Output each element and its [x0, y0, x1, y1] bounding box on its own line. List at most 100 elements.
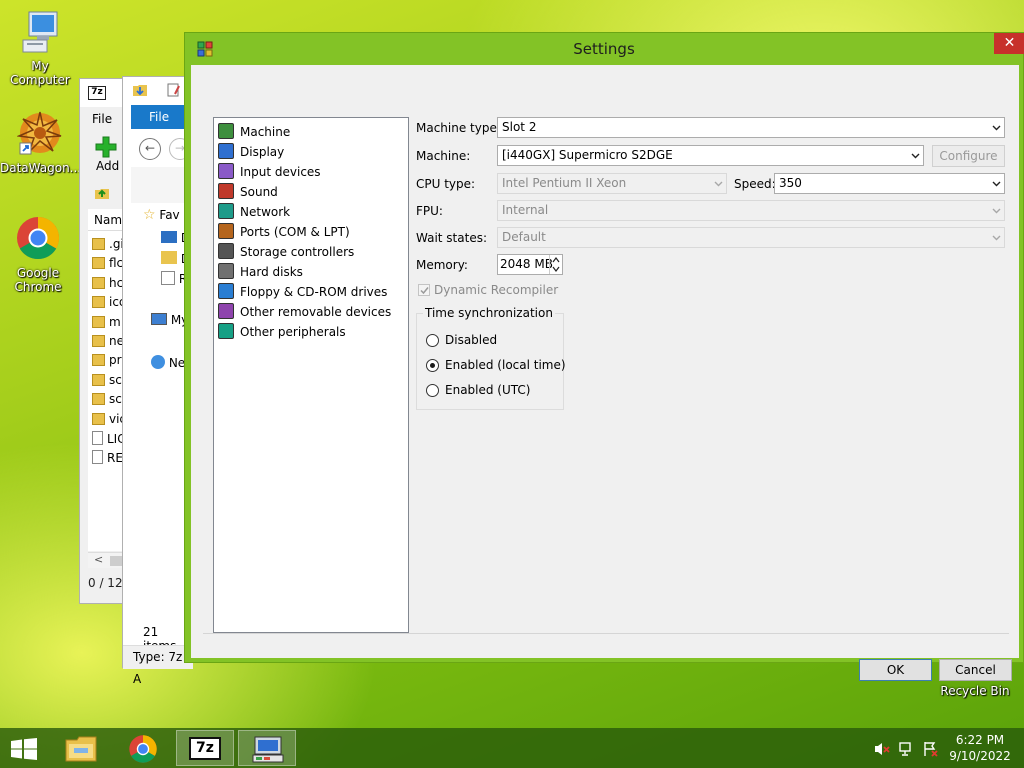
time-sync-disabled-radio[interactable] — [426, 334, 439, 347]
list-item[interactable]: m — [92, 315, 121, 329]
action-center-icon[interactable] — [922, 741, 938, 757]
configure-button[interactable]: Configure — [932, 145, 1005, 167]
menu-file[interactable]: File — [92, 112, 112, 126]
list-item-label: sc — [109, 392, 122, 407]
network-status-icon[interactable] — [898, 741, 914, 757]
list-item-label: m — [109, 314, 121, 329]
tree-item-hard-disks[interactable]: Hard disks — [218, 262, 303, 282]
taskbar-chrome[interactable] — [114, 730, 172, 766]
speed-label: Speed: — [734, 177, 776, 191]
file-icon — [92, 431, 103, 445]
ok-button[interactable]: OK — [859, 659, 932, 681]
tree-item-input-devices[interactable]: Input devices — [218, 162, 321, 182]
desktop-icon-google-chrome[interactable]: Google Chrome — [0, 215, 78, 294]
bg-explorer-window[interactable]: File ← → ☆ Fav D D R My Ne 21 items Type… — [122, 76, 193, 686]
list-item[interactable]: RE — [92, 450, 123, 465]
list-item[interactable]: icc — [92, 295, 126, 309]
taskbar-file-explorer[interactable] — [52, 730, 110, 766]
fpu-select[interactable]: Internal — [497, 200, 1005, 221]
star-icon: ☆ — [143, 207, 156, 223]
tree-item-network[interactable]: Network — [218, 202, 290, 222]
wait-states-select[interactable]: Default — [497, 227, 1005, 248]
time-sync-label: Time synchronization — [423, 306, 555, 320]
tree-item-ports-com-lpt[interactable]: Ports (COM & LPT) — [218, 222, 350, 242]
list-item[interactable]: .gi — [92, 237, 124, 251]
chevron-down-icon[interactable] — [552, 266, 560, 272]
memory-stepper[interactable] — [549, 255, 562, 274]
ports-icon — [218, 223, 234, 239]
tree-item-sound[interactable]: Sound — [218, 182, 278, 202]
cpu-type-select[interactable]: Intel Pentium II Xeon — [497, 173, 727, 194]
cpu-type-value: Intel Pentium II Xeon — [502, 176, 627, 190]
list-item[interactable]: LIC — [92, 431, 126, 446]
tree-item-machine[interactable]: Machine — [218, 122, 290, 142]
close-button[interactable]: ✕ — [994, 33, 1024, 54]
taskbar-86box[interactable] — [238, 730, 296, 766]
folder-icon — [92, 315, 105, 328]
network-icon — [218, 203, 234, 219]
wait-states-label: Wait states: — [416, 231, 487, 245]
back-icon[interactable]: ← — [139, 138, 161, 160]
machine-icon — [218, 123, 234, 139]
storage-controllers-icon — [218, 243, 234, 259]
cpu-type-label: CPU type: — [416, 177, 476, 191]
taskbar-clock[interactable]: 6:22 PM 9/10/2022 — [946, 732, 1014, 764]
dialog-title: Settings — [573, 40, 635, 58]
checkmark-icon — [420, 287, 429, 295]
tree-item-label: Network — [240, 205, 291, 219]
list-item-label: RE — [107, 451, 123, 466]
machine-type-select[interactable]: Slot 2 — [497, 117, 1005, 138]
chevron-down-icon — [714, 181, 723, 187]
volume-muted-icon[interactable] — [874, 741, 890, 757]
chevron-up-icon[interactable] — [552, 257, 560, 263]
time-sync-local-radio[interactable] — [426, 359, 439, 372]
folder-icon — [92, 257, 105, 270]
folder-icon — [92, 373, 105, 386]
removable-devices-icon — [218, 303, 234, 319]
7zip-icon: 7z — [189, 737, 221, 760]
folder-icon — [92, 276, 105, 289]
computer-icon — [22, 11, 58, 53]
cancel-button[interactable]: Cancel — [939, 659, 1012, 681]
tree-item-storage-controllers[interactable]: Storage controllers — [218, 242, 354, 262]
folder-icon — [92, 393, 105, 406]
chevron-down-icon — [992, 235, 1001, 241]
list-item[interactable]: vic — [92, 412, 126, 426]
nav-my-computer[interactable]: My — [151, 313, 188, 327]
memory-spinbox[interactable]: 2048 MB — [497, 254, 563, 275]
machine-select[interactable]: [i440GX] Supermicro S2DGE — [497, 145, 924, 166]
up-folder-icon[interactable] — [94, 185, 110, 201]
category-tree[interactable]: Machine Display Input devices Sound Network P… — [213, 117, 409, 633]
dynamic-recompiler-checkbox[interactable] — [418, 284, 430, 296]
time-sync-utc-radio[interactable] — [426, 384, 439, 397]
desktop-icon-datawagon[interactable]: DataWagon... — [0, 110, 81, 175]
tree-item-label: Other peripherals — [240, 325, 346, 339]
list-item[interactable]: flc — [92, 256, 123, 270]
scroll-left-icon[interactable]: < — [94, 553, 103, 566]
display-icon — [218, 143, 234, 159]
start-button[interactable] — [0, 730, 48, 766]
list-item[interactable]: hc — [92, 276, 123, 290]
list-item[interactable]: sc — [92, 373, 122, 387]
tree-item-display[interactable]: Display — [218, 142, 284, 162]
taskbar-7zip[interactable]: 7z — [176, 730, 234, 766]
add-button-label[interactable]: Add — [96, 159, 119, 173]
time-sync-local-label: Enabled (local time) — [445, 358, 566, 372]
tree-item-other-removable-devices[interactable]: Other removable devices — [218, 302, 391, 322]
nav-favorites[interactable]: ☆ Fav — [143, 207, 180, 223]
nav-network[interactable]: Ne — [151, 355, 185, 370]
list-item[interactable]: sc — [92, 392, 122, 406]
tree-item-floppy-cd-rom-drives[interactable]: Floppy & CD-ROM drives — [218, 282, 387, 302]
tree-item-other-peripherals[interactable]: Other peripherals — [218, 322, 346, 342]
list-item-label: sc — [109, 372, 122, 387]
desktop-icon-my-computer[interactable]: My Computer — [0, 10, 80, 87]
speed-select[interactable]: 350 — [774, 173, 1005, 194]
list-item[interactable]: pr — [92, 353, 122, 367]
quick-access-folder-icon[interactable] — [132, 82, 148, 98]
floppy-cdrom-icon — [218, 283, 234, 299]
memory-value: 2048 MB — [500, 257, 553, 271]
list-item[interactable]: ne — [92, 334, 124, 348]
time-sync-utc-label: Enabled (UTC) — [445, 383, 531, 397]
settings-dialog[interactable]: Settings ✕ Machine Display Input devices So… — [184, 32, 1024, 681]
properties-icon[interactable] — [165, 82, 181, 98]
